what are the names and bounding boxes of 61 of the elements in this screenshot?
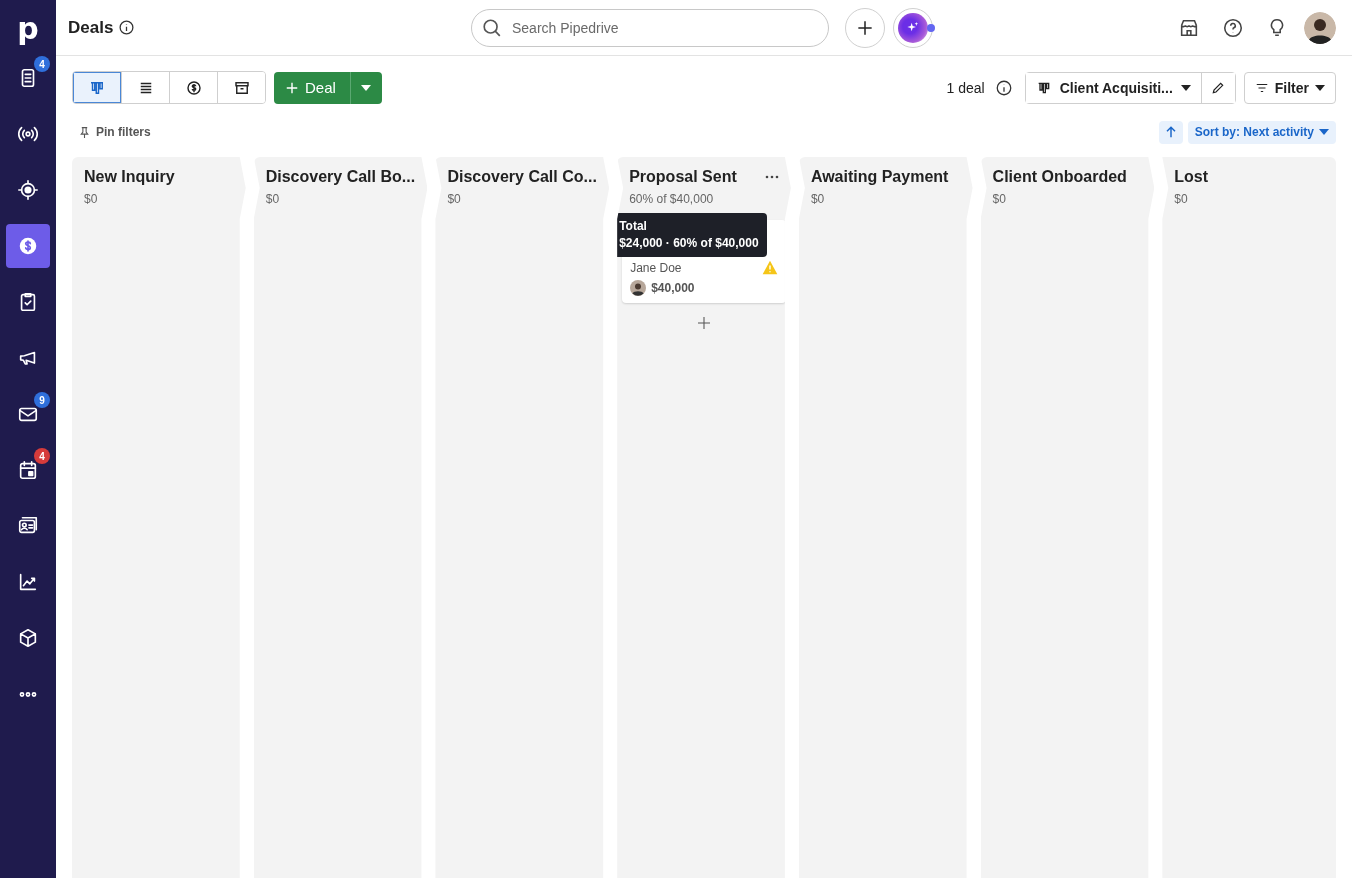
plus-icon [696, 315, 712, 331]
stage-name: New Inquiry [84, 168, 175, 186]
help-icon[interactable] [1222, 16, 1244, 39]
stage-total: $0 [992, 192, 1007, 206]
person-name: Jane Doe [630, 260, 682, 275]
count-badge: 4 [34, 448, 50, 464]
stage-name: Lost [1174, 168, 1209, 186]
count-badge: 9 [34, 392, 50, 408]
stage-name: Proposal Sent [629, 168, 737, 186]
add-options-button[interactable] [349, 71, 382, 104]
add-deal-button[interactable]: Deal [274, 71, 350, 104]
pipeline-view-button[interactable] [73, 72, 121, 103]
target-icon [17, 179, 39, 201]
sidebar-item[interactable]: 4 [6, 56, 50, 100]
caret-icon [1319, 129, 1329, 135]
stage-total: $0 [447, 192, 462, 206]
edit-pipeline-button[interactable] [1200, 72, 1235, 103]
sort-direction-button[interactable] [1158, 120, 1183, 144]
dollar-icon [17, 235, 39, 257]
stage-name: Client Onboarded [992, 168, 1127, 186]
deal-value: $40,000 [651, 281, 695, 295]
pin-icon [78, 125, 91, 139]
chart-icon [17, 571, 39, 593]
caret-icon [1180, 84, 1191, 91]
person-avatar [630, 280, 647, 296]
deal-count: 1 deal [946, 79, 985, 96]
status-dot [927, 23, 935, 32]
stage-name: Awaiting Payment [810, 168, 949, 186]
stage-total: $0 [84, 192, 99, 206]
stage-total: 60% of $40,000 [629, 192, 715, 206]
caret-icon [1315, 84, 1325, 91]
search-field[interactable]: Search Pipedrive [471, 8, 829, 47]
page-title: Deals [68, 17, 114, 38]
tooltip-title: Total [619, 218, 648, 235]
info-icon[interactable] [118, 19, 136, 36]
stage-name: Discovery Call Co... [447, 168, 597, 186]
tooltip-text: $24,000 · 60% of $40,000 [619, 235, 759, 252]
logo[interactable]: p [17, 0, 39, 56]
view-icon [184, 78, 203, 97]
stage-total: $0 [265, 192, 281, 206]
box-icon [17, 627, 39, 649]
stage-name: Discovery Call Bo... [265, 168, 416, 186]
sidebar-item[interactable]: 4 [6, 448, 50, 492]
stage-total: $0 [1174, 192, 1189, 206]
filter-dropdown[interactable]: Filter [1243, 71, 1336, 104]
stage-total: $0 [810, 192, 826, 206]
search-icon [481, 16, 503, 39]
more-icon [19, 691, 37, 697]
ai-assistant-button[interactable] [893, 7, 933, 48]
more-icon[interactable] [764, 175, 779, 179]
archive-view-button[interactable] [217, 72, 265, 103]
caret-icon [361, 84, 372, 91]
info-icon[interactable] [994, 78, 1013, 97]
add-button[interactable] [845, 7, 885, 48]
calendar-icon [17, 459, 39, 481]
plus-icon [285, 80, 299, 95]
user-avatar[interactable] [1304, 11, 1336, 44]
sidebar-item[interactable]: 9 [6, 392, 50, 436]
count-badge: 4 [34, 56, 50, 72]
pin-filters-button[interactable]: Pin filters [78, 125, 151, 139]
sort-dropdown[interactable]: Sort by: Next activity [1187, 120, 1336, 144]
